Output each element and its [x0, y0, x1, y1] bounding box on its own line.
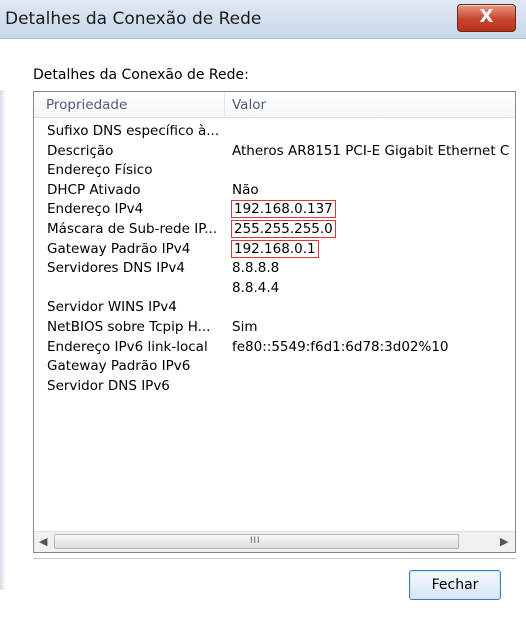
- list-row[interactable]: Máscara de Sub-rede IP... 255.255.255.0: [34, 219, 515, 241]
- close-button[interactable]: Fechar: [409, 570, 501, 600]
- value-cell: Não: [232, 181, 259, 198]
- property-cell: Sufixo DNS específico à...: [47, 123, 220, 139]
- network-connection-details-dialog: Detalhes da Conexão de Rede X Detalhes d…: [0, 0, 526, 625]
- window-title: Detalhes da Conexão de Rede: [5, 9, 262, 29]
- value-cell: fe80::5549:f6d1:6d78:3d02%10: [232, 338, 449, 355]
- value-cell: Atheros AR8151 PCI-E Gigabit Ethernet C: [232, 142, 510, 159]
- property-cell: Endereço IPv4: [47, 201, 144, 218]
- list-header: Propriedade Valor: [34, 92, 515, 118]
- list-rows: Sufixo DNS específico à... Descrição Athe…: [34, 123, 515, 397]
- list-row[interactable]: Endereço IPv6 link-local fe80::5549:f6d1:…: [34, 339, 515, 359]
- column-header-property[interactable]: Propriedade: [46, 97, 127, 113]
- scrollbar-thumb[interactable]: III: [54, 534, 459, 549]
- ipv4-address-value: 192.168.0.137: [231, 200, 336, 219]
- list-row[interactable]: NetBIOS sobre Tcpip H... Sim: [34, 319, 515, 339]
- close-window-button[interactable]: X: [457, 4, 516, 32]
- details-list[interactable]: Propriedade Valor Sufixo DNS específico …: [33, 91, 516, 553]
- column-header-value[interactable]: Valor: [232, 97, 266, 113]
- close-icon: X: [479, 6, 494, 27]
- property-cell: Endereço Físico: [47, 162, 153, 179]
- property-cell: Servidores DNS IPv4: [47, 260, 185, 277]
- list-row[interactable]: Servidor WINS IPv4: [34, 299, 515, 319]
- list-row[interactable]: Endereço Físico: [34, 162, 515, 182]
- property-cell: Gateway Padrão IPv4: [47, 240, 191, 257]
- value-cell: Sim: [232, 318, 258, 335]
- property-cell: DHCP Ativado: [47, 181, 141, 198]
- list-row[interactable]: Gateway Padrão IPv6: [34, 358, 515, 378]
- default-gateway-value: 192.168.0.1: [231, 239, 319, 258]
- list-row[interactable]: 8.8.4.4: [34, 280, 515, 300]
- horizontal-scrollbar[interactable]: ◀ III ▶: [34, 531, 515, 552]
- property-cell: Gateway Padrão IPv6: [47, 358, 191, 375]
- button-area-divider: [33, 558, 516, 560]
- list-row[interactable]: Servidor DNS IPv6: [34, 378, 515, 398]
- scroll-left-icon[interactable]: ◀: [39, 535, 47, 548]
- value-cell: 8.8.4.4: [232, 279, 280, 296]
- list-row[interactable]: Sufixo DNS específico à...: [34, 123, 515, 143]
- list-row[interactable]: DHCP Ativado Não: [34, 182, 515, 202]
- list-row[interactable]: Gateway Padrão IPv4 192.168.0.1: [34, 239, 515, 261]
- subnet-mask-value: 255.255.255.0: [231, 219, 336, 238]
- grip-icon: III: [250, 535, 261, 545]
- value-cell: 8.8.8.8: [232, 260, 280, 277]
- title-bar[interactable]: Detalhes da Conexão de Rede X: [0, 0, 526, 39]
- property-cell: Máscara de Sub-rede IP...: [47, 220, 218, 237]
- window-edge-shadow: [0, 90, 6, 590]
- property-cell: Descrição: [47, 142, 114, 159]
- scroll-right-icon[interactable]: ▶: [500, 535, 508, 548]
- details-group-label: Detalhes da Conexão de Rede:: [33, 67, 249, 83]
- column-separator[interactable]: [224, 92, 225, 117]
- property-cell: Servidor DNS IPv6: [47, 377, 170, 394]
- list-row[interactable]: Endereço IPv4 192.168.0.137: [34, 200, 515, 221]
- property-cell: Endereço IPv6 link-local: [47, 338, 208, 355]
- list-row[interactable]: Servidores DNS IPv4 8.8.8.8: [34, 260, 515, 280]
- list-row[interactable]: Descrição Atheros AR8151 PCI-E Gigabit Et…: [34, 143, 515, 163]
- property-cell: NetBIOS sobre Tcpip H...: [47, 318, 211, 335]
- property-cell: Servidor WINS IPv4: [47, 299, 177, 316]
